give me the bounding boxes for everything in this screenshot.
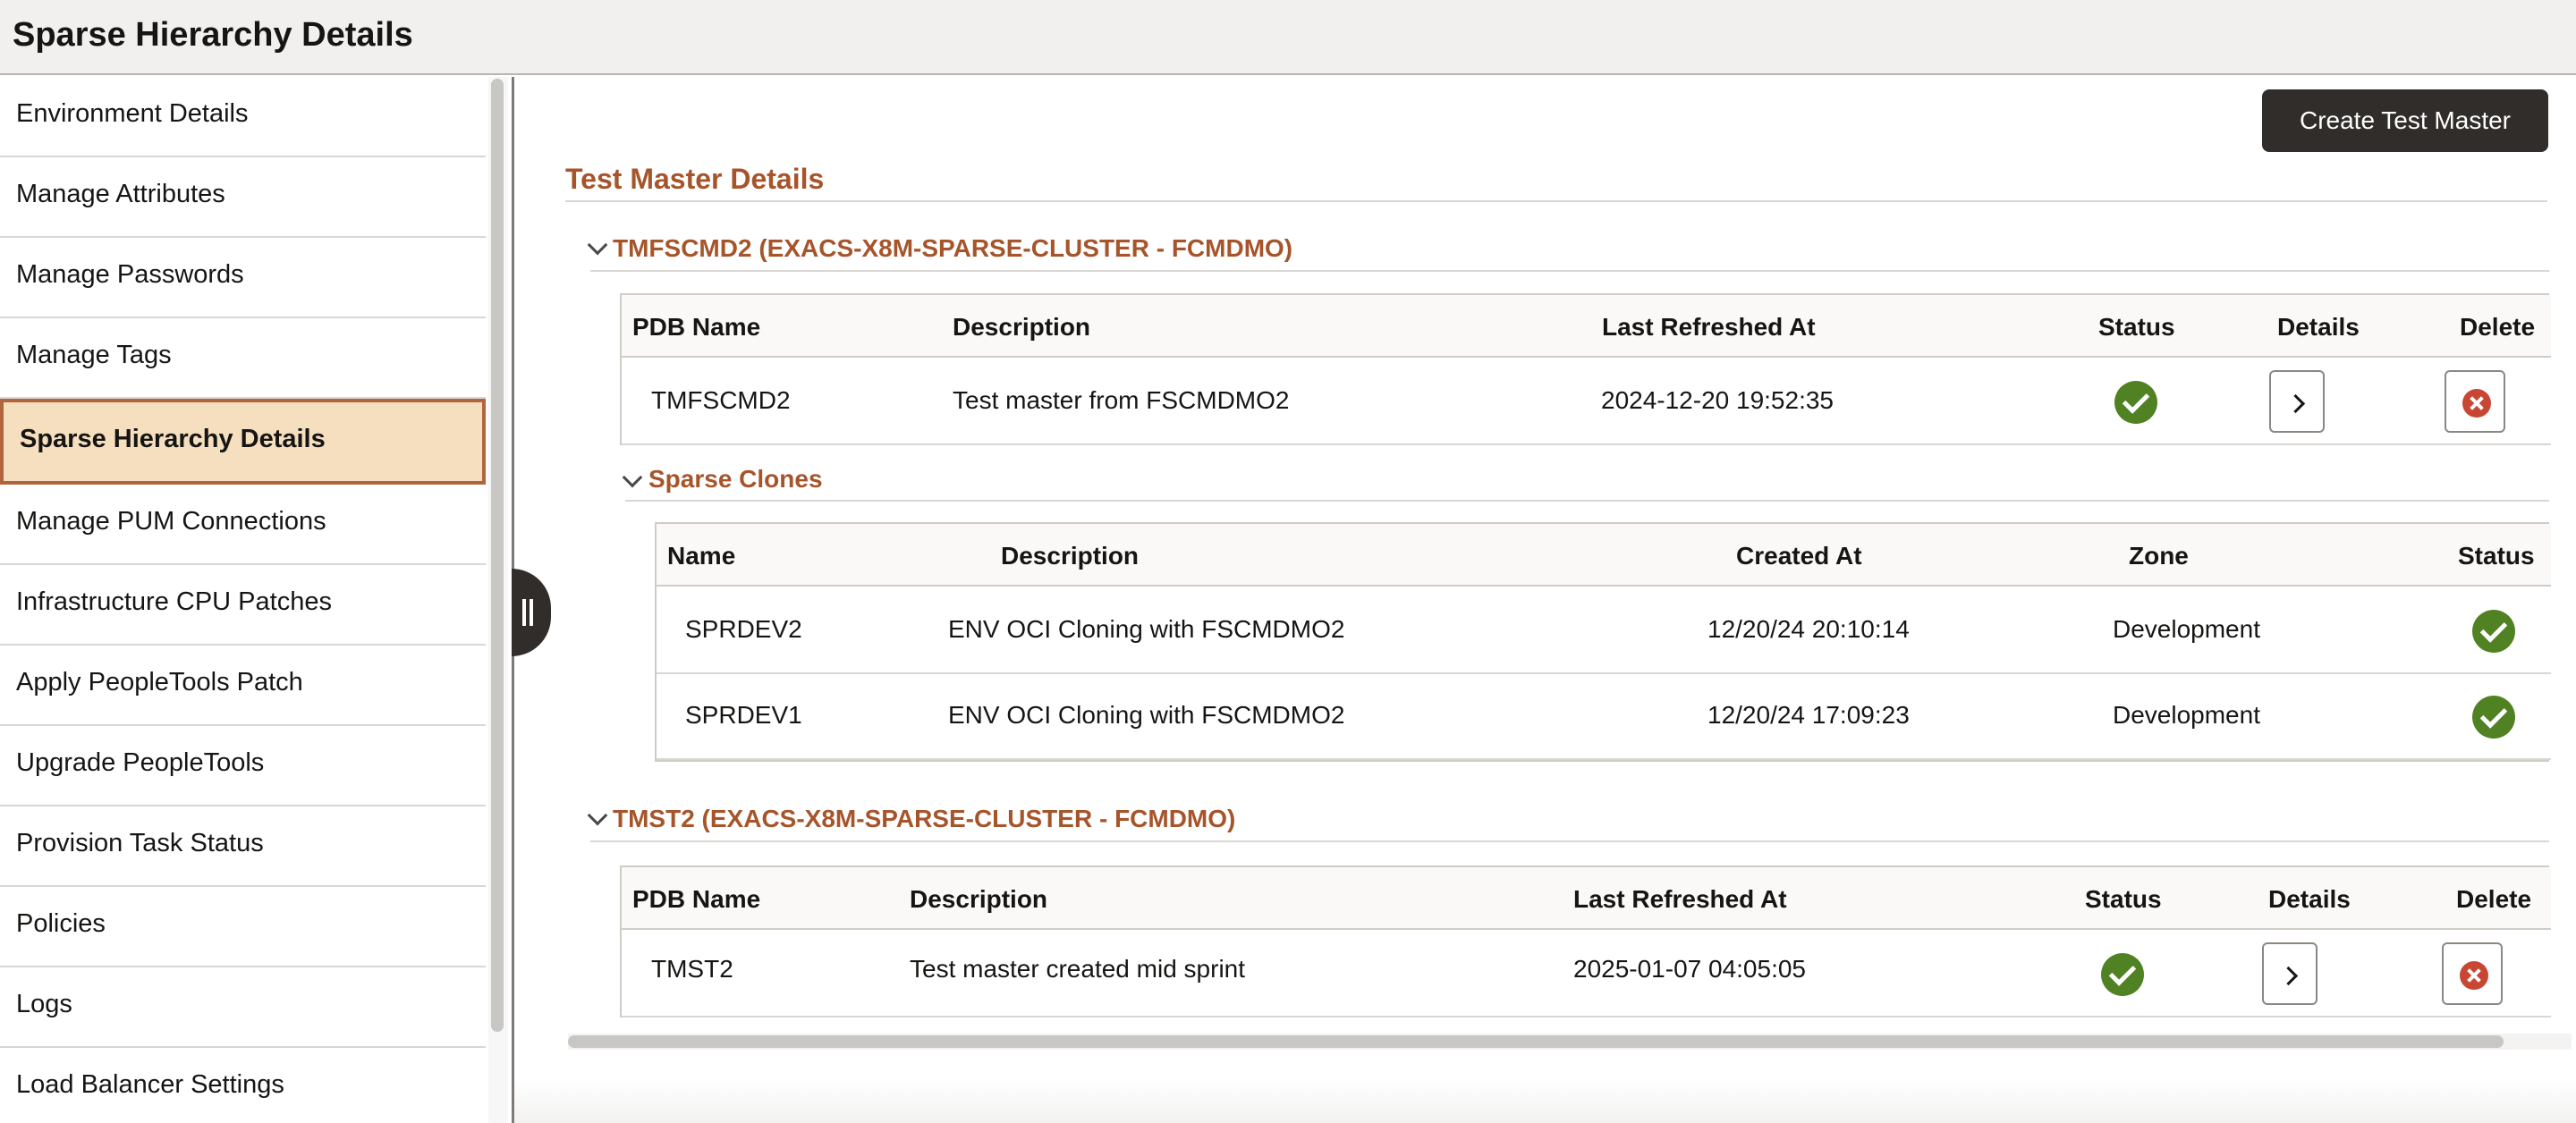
chevron-down-icon[interactable]: [587, 234, 608, 256]
sidebar-item-apply-peopletools-patch[interactable]: Apply PeopleTools Patch: [0, 646, 486, 726]
table-row: SPRDEV2 ENV OCI Cloning with FSCMDMO2 12…: [657, 588, 2551, 674]
sidebar-item-label: Infrastructure CPU Patches: [16, 587, 332, 616]
delete-button[interactable]: [2445, 370, 2505, 433]
sidebar-item-label: Provision Task Status: [16, 829, 264, 857]
success-check-icon: [2472, 696, 2515, 739]
column-header-description: Description: [1001, 542, 1140, 570]
sidebar-item-manage-passwords[interactable]: Manage Passwords: [0, 238, 486, 318]
column-header-delete: Delete: [2456, 885, 2532, 913]
clone-name-cell: SPRDEV2: [685, 615, 802, 643]
group-divider: [590, 270, 2549, 272]
page-title: Sparse Hierarchy Details: [13, 16, 413, 54]
column-header-status: Status: [2458, 542, 2535, 570]
sidebar-item-label: Environment Details: [16, 99, 249, 128]
column-header-description: Description: [910, 885, 1048, 913]
delete-x-icon: [2460, 961, 2488, 990]
column-header-pdb-name: PDB Name: [632, 313, 761, 341]
chevron-down-icon[interactable]: [587, 805, 608, 826]
clone-zone-cell: Development: [2113, 615, 2260, 643]
sparse-clones-title[interactable]: Sparse Clones: [648, 465, 823, 494]
sidebar-item-label: Manage PUM Connections: [16, 507, 326, 536]
column-header-last-refreshed: Last Refreshed At: [1602, 313, 1816, 341]
page-header: Sparse Hierarchy Details: [0, 0, 2576, 75]
column-header-status: Status: [2085, 885, 2162, 913]
clone-name-cell: SPRDEV1: [685, 701, 802, 729]
last-refreshed-cell: 2024-12-20 19:52:35: [1601, 386, 1834, 414]
delete-x-icon: [2462, 389, 2491, 418]
table-header: PDB Name Description Last Refreshed At S…: [622, 867, 2551, 930]
sidebar-item-upgrade-peopletools[interactable]: Upgrade PeopleTools: [0, 726, 486, 806]
clone-created-at-cell: 12/20/24 17:09:23: [1707, 701, 1910, 729]
column-header-status: Status: [2098, 313, 2175, 341]
main-content: Create Test Master Test Master Details T…: [514, 77, 2576, 1123]
column-header-delete: Delete: [2460, 313, 2536, 341]
sidebar-scrollbar-thumb[interactable]: [491, 79, 504, 1032]
sidebar-item-label: Upgrade PeopleTools: [16, 748, 265, 777]
pdb-name-cell: TMST2: [651, 955, 733, 983]
sidebar-item-manage-pum-connections[interactable]: Manage PUM Connections: [0, 485, 486, 565]
success-check-icon: [2472, 610, 2515, 653]
success-check-icon: [2101, 953, 2144, 996]
sidebar-item-logs[interactable]: Logs: [0, 967, 486, 1048]
chevron-down-icon[interactable]: [622, 467, 643, 488]
clone-description-cell: ENV OCI Cloning with FSCMDMO2: [948, 701, 1345, 729]
sidebar-item-label: Manage Attributes: [16, 180, 225, 208]
column-header-last-refreshed: Last Refreshed At: [1573, 885, 1787, 913]
success-check-icon: [2114, 381, 2157, 424]
section-divider: [565, 200, 2547, 202]
sidebar-item-environment-details[interactable]: Environment Details: [0, 77, 486, 157]
test-master-table-1: PDB Name Description Last Refreshed At S…: [620, 293, 2551, 445]
column-header-pdb-name: PDB Name: [632, 885, 761, 913]
column-header-description: Description: [953, 313, 1091, 341]
section-title: Test Master Details: [565, 163, 825, 195]
bottom-shade: [514, 1078, 2576, 1123]
pdb-name-cell: TMFSCMD2: [651, 386, 791, 414]
table-row: TMST2 Test master created mid sprint 202…: [622, 932, 2551, 1017]
sidebar-item-label: Manage Tags: [16, 341, 172, 369]
column-header-created-at: Created At: [1736, 542, 1862, 570]
sidebar-item-manage-attributes[interactable]: Manage Attributes: [0, 157, 486, 238]
sidebar-item-label: Logs: [16, 990, 72, 1018]
column-header-name: Name: [667, 542, 736, 570]
column-header-details: Details: [2268, 885, 2351, 913]
description-cell: Test master created mid sprint: [910, 955, 1246, 983]
sidebar-item-provision-task-status[interactable]: Provision Task Status: [0, 806, 486, 887]
group-title-tmst2[interactable]: TMST2 (EXACS-X8M-SPARSE-CLUSTER - FCMDMO…: [613, 805, 1235, 833]
sidebar-item-manage-tags[interactable]: Manage Tags: [0, 318, 486, 399]
last-refreshed-cell: 2025-01-07 04:05:05: [1573, 955, 1806, 983]
sidebar-item-label: Policies: [16, 909, 106, 938]
table-header: Name Description Created At Zone Status: [657, 524, 2551, 587]
clone-created-at-cell: 12/20/24 20:10:14: [1707, 615, 1910, 643]
sidebar-item-policies[interactable]: Policies: [0, 887, 486, 967]
sparse-clones-table: Name Description Created At Zone Status …: [655, 522, 2551, 762]
horizontal-scrollbar-thumb[interactable]: [568, 1035, 2504, 1048]
column-header-zone: Zone: [2129, 542, 2189, 570]
sidebar-item-infrastructure-cpu-patches[interactable]: Infrastructure CPU Patches: [0, 565, 486, 646]
sidebar-item-load-balancer-settings[interactable]: Load Balancer Settings: [0, 1048, 486, 1123]
group-title-tmfscmd2[interactable]: TMFSCMD2 (EXACS-X8M-SPARSE-CLUSTER - FCM…: [613, 234, 1292, 263]
create-test-master-button[interactable]: Create Test Master: [2262, 89, 2548, 152]
table-header: PDB Name Description Last Refreshed At S…: [622, 295, 2551, 358]
sidebar-item-label: Sparse Hierarchy Details: [20, 425, 326, 453]
column-header-details: Details: [2277, 313, 2360, 341]
details-button[interactable]: [2269, 370, 2325, 433]
clones-divider: [625, 500, 2549, 502]
delete-button[interactable]: [2442, 942, 2503, 1005]
clone-description-cell: ENV OCI Cloning with FSCMDMO2: [948, 615, 1345, 643]
table-row: TMFSCMD2 Test master from FSCMDMO2 2024-…: [622, 359, 2551, 445]
sidebar-item-label: Manage Passwords: [16, 260, 244, 289]
details-button[interactable]: [2262, 942, 2318, 1005]
test-master-table-2: PDB Name Description Last Refreshed At S…: [620, 865, 2551, 1017]
sidebar-item-sparse-hierarchy-details[interactable]: Sparse Hierarchy Details: [0, 399, 486, 485]
clone-zone-cell: Development: [2113, 701, 2260, 729]
description-cell: Test master from FSCMDMO2: [953, 386, 1290, 414]
sidebar-nav: Environment Details Manage Attributes Ma…: [0, 77, 486, 1123]
create-test-master-label: Create Test Master: [2299, 106, 2512, 134]
sidebar-item-label: Load Balancer Settings: [16, 1070, 284, 1099]
table-row: SPRDEV1 ENV OCI Cloning with FSCMDMO2 12…: [657, 674, 2551, 760]
group-divider: [590, 840, 2549, 842]
sidebar-item-label: Apply PeopleTools Patch: [16, 668, 303, 697]
